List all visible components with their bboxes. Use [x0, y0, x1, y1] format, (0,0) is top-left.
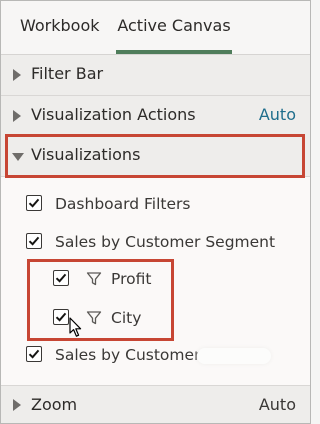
chevron-right-icon [13, 110, 21, 122]
mouse-pointer-icon [69, 317, 82, 337]
list-item-label: Sales by Customer Segment [55, 233, 276, 251]
section-filter-bar[interactable]: Filter Bar [1, 55, 310, 96]
checkmark-icon [55, 273, 67, 283]
checkmark-icon [28, 349, 40, 359]
redacted-text-blur [197, 348, 271, 364]
checkmark-icon [28, 236, 40, 246]
section-label: Visualization Actions [31, 105, 196, 124]
dashboard-filters-checkbox[interactable] [26, 195, 42, 211]
list-item-label: Dashboard Filters [55, 195, 191, 213]
section-visualization-actions[interactable]: Visualization Actions Auto [1, 96, 310, 137]
city-checkbox[interactable] [53, 309, 69, 325]
active-tab-indicator [116, 50, 232, 54]
chevron-down-icon [12, 153, 24, 161]
section-zoom[interactable]: Zoom Auto [1, 385, 310, 423]
filter-icon [86, 272, 102, 286]
sales-by-customer-checkbox[interactable] [26, 346, 42, 362]
list-item-label: Profit [111, 270, 152, 288]
tab-active-canvas[interactable]: Active Canvas [116, 1, 232, 53]
checkmark-icon [28, 198, 40, 208]
list-item-label: Sales by Customer [55, 346, 201, 364]
list-item-label: City [111, 309, 142, 327]
tab-bar: Workbook Active Canvas [1, 1, 310, 55]
profit-checkbox[interactable] [53, 270, 69, 286]
zoom-auto-value[interactable]: Auto [259, 386, 296, 423]
chevron-right-icon [13, 69, 21, 81]
section-visualizations[interactable]: Visualizations [1, 136, 310, 177]
checkmark-icon [55, 312, 67, 322]
chevron-right-icon [13, 399, 21, 411]
filter-icon [86, 311, 102, 325]
tab-workbook[interactable]: Workbook [20, 1, 100, 53]
section-label: Visualizations [31, 145, 141, 164]
section-label: Zoom [31, 395, 78, 414]
properties-panel: Workbook Active Canvas Filter Bar Visual… [0, 0, 311, 424]
visualization-actions-auto-link[interactable]: Auto [259, 96, 296, 134]
section-label: Filter Bar [31, 64, 104, 83]
sales-by-customer-segment-checkbox[interactable] [26, 233, 42, 249]
